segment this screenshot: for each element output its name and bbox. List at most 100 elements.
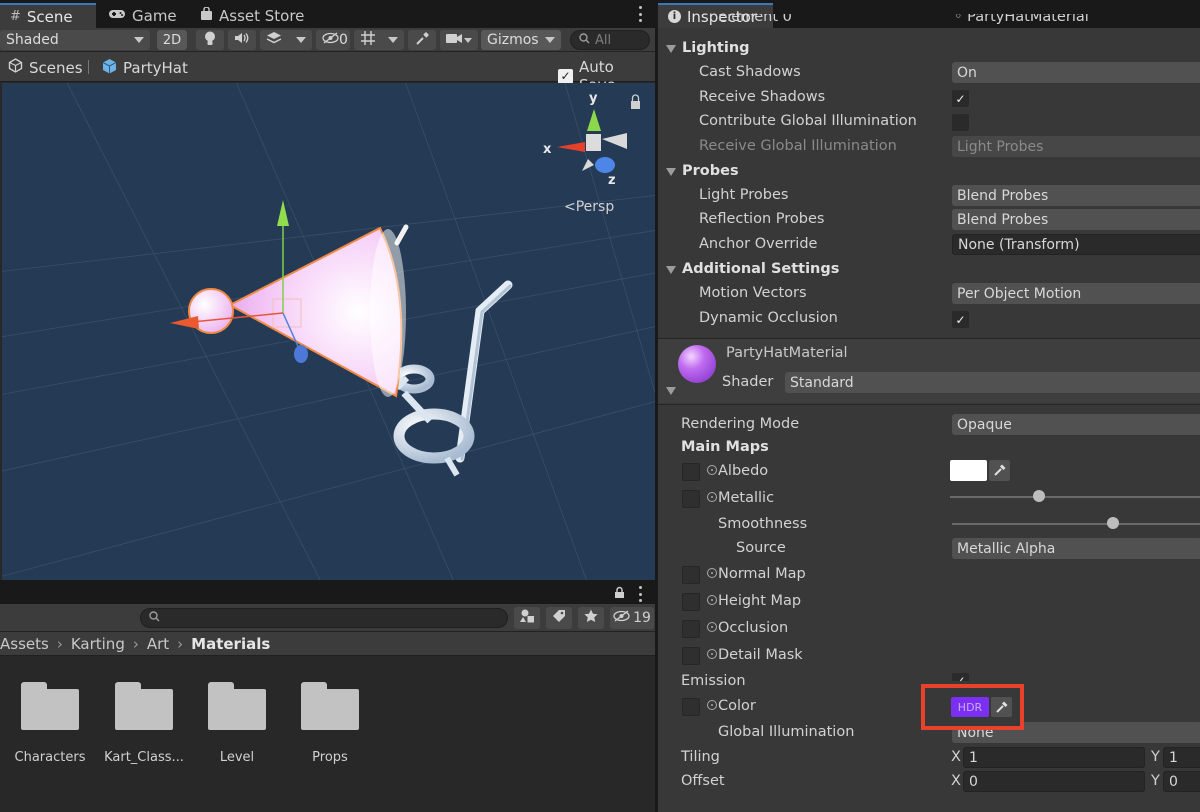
cast-shadows-dropdown[interactable]: On (952, 62, 1200, 83)
shopping-bag-icon (200, 5, 213, 25)
albedo-color-swatch[interactable] (950, 460, 987, 481)
folder-kart-classic[interactable]: Kart_Class... (99, 682, 189, 765)
albedo-texture-slot[interactable] (682, 463, 700, 481)
normal-map-texture-slot[interactable] (682, 566, 700, 584)
eyedropper-icon[interactable] (989, 460, 1010, 481)
motion-vectors-dropdown[interactable]: Per Object Motion (952, 283, 1200, 304)
offset-y-value: 0 (1169, 773, 1178, 790)
scene-search-input[interactable]: All (570, 30, 650, 50)
lock-icon[interactable] (614, 586, 625, 603)
metallic-texture-slot[interactable] (682, 490, 700, 508)
breadcrumb-scenes[interactable]: Scenes (8, 58, 83, 77)
offset-y-input[interactable]: 0 (1163, 771, 1200, 792)
texture-picker-icon[interactable] (707, 465, 717, 475)
inspector-panel: i Inspector Element 0 ◦ PartyHatMaterial… (658, 0, 1200, 812)
contribute-gi-checkbox[interactable] (952, 114, 969, 131)
shapes-icon (519, 609, 535, 627)
camera-settings-dropdown[interactable] (440, 30, 478, 50)
lighting-toggle-button[interactable] (196, 30, 224, 50)
height-map-texture-slot[interactable] (682, 593, 700, 611)
breadcrumb-partyhat-label: PartyHat (123, 59, 188, 77)
project-search-input[interactable] (140, 608, 508, 628)
breadcrumb-partyhat[interactable]: PartyHat (102, 58, 188, 78)
albedo-label: Albedo (718, 463, 769, 479)
emission-gi-label: Global Illumination (718, 724, 855, 740)
element-value[interactable]: ◦ PartyHatMaterial (954, 14, 1089, 25)
lock-icon[interactable] (631, 94, 640, 109)
wrench-icon (415, 31, 430, 50)
emission-checkbox[interactable]: ✓ (952, 673, 969, 681)
audio-toggle-button[interactable] (228, 30, 256, 50)
materials-element-row: Element 0 ◦ PartyHatMaterial (658, 14, 1200, 28)
tiling-x-input[interactable]: 1 (963, 747, 1145, 768)
tab-asset-store[interactable]: Asset Store (190, 3, 314, 28)
project-menu-icon[interactable] (639, 586, 643, 602)
shading-mode-dropdown[interactable]: Shaded (0, 30, 150, 50)
favorites-button[interactable] (578, 607, 604, 629)
emission-color-swatch[interactable]: HDR (951, 697, 989, 717)
texture-picker-icon[interactable] (707, 595, 717, 605)
metallic-slider-knob[interactable] (1032, 490, 1045, 502)
emission-texture-slot[interactable] (682, 698, 700, 716)
detail-mask-texture-slot[interactable] (682, 647, 700, 665)
folder-level[interactable]: Level (192, 682, 282, 765)
smoothness-slider-knob[interactable] (1107, 517, 1120, 529)
hidden-objects-toggle[interactable]: 0 (316, 30, 350, 50)
folder-icon (301, 682, 359, 730)
dynamic-occlusion-checkbox[interactable]: ✓ (952, 311, 969, 328)
filter-by-type-button[interactable] (514, 607, 540, 629)
tab-game[interactable]: Game (98, 3, 187, 28)
texture-picker-icon[interactable] (707, 622, 717, 632)
occlusion-texture-slot[interactable] (682, 620, 700, 638)
reflection-probes-dropdown[interactable]: Blend Probes (952, 209, 1200, 230)
smoothness-slider-track[interactable] (952, 523, 1200, 525)
rendering-mode-row: Rendering Mode Opaque (658, 413, 1200, 437)
rendering-mode-dropdown[interactable]: Opaque (952, 414, 1200, 435)
gizmos-dropdown[interactable]: Gizmos (481, 30, 561, 50)
effects-dropdown[interactable] (260, 30, 312, 50)
texture-picker-icon[interactable] (707, 700, 717, 710)
tiling-y-input[interactable]: 1 (1163, 747, 1200, 768)
foldout-arrow-icon[interactable] (666, 387, 676, 395)
light-probes-dropdown[interactable]: Blend Probes (952, 185, 1200, 206)
party-hat-object (188, 226, 406, 398)
tab-scene[interactable]: # Scene (0, 3, 96, 28)
crumb-art[interactable]: Art (147, 635, 169, 653)
metallic-slider-track[interactable] (950, 496, 1200, 498)
receive-shadows-checkbox[interactable]: ✓ (952, 90, 969, 107)
offset-x-value: 0 (969, 773, 978, 790)
scene-search-placeholder: All (595, 32, 612, 48)
chevron-down-icon (545, 37, 555, 43)
anchor-override-field[interactable]: None (Transform) (952, 234, 1200, 255)
texture-picker-icon[interactable] (707, 492, 717, 502)
eyedropper-icon[interactable] (991, 697, 1012, 717)
tab-scene-label: Scene (26, 7, 73, 26)
hidden-packages-toggle[interactable]: 19 (610, 607, 654, 629)
folder-characters[interactable]: Characters (5, 682, 95, 765)
filter-by-label-button[interactable] (546, 607, 572, 629)
emission-color-label: Color (718, 698, 756, 714)
shader-dropdown[interactable]: Standard (785, 372, 1200, 393)
additional-settings-header[interactable]: Additional Settings (658, 258, 1200, 282)
scene-menu-icon[interactable] (639, 6, 643, 22)
chevron-right-icon: › (56, 634, 63, 653)
toggle-2d-button[interactable]: 2D (157, 30, 187, 50)
toggle-2d-label: 2D (162, 32, 182, 48)
texture-picker-icon[interactable] (707, 568, 717, 578)
source-dropdown[interactable]: Metallic Alpha (952, 538, 1200, 559)
dynamic-occlusion-row: Dynamic Occlusion ✓ (658, 307, 1200, 331)
lighting-header[interactable]: Lighting (658, 37, 1200, 61)
cast-shadows-row: Cast Shadows On (658, 61, 1200, 85)
offset-x-input[interactable]: 0 (963, 771, 1145, 792)
grid-snap-dropdown[interactable] (354, 30, 404, 50)
projection-label[interactable]: <Persp (564, 199, 614, 215)
texture-picker-icon[interactable] (707, 649, 717, 659)
crumb-assets[interactable]: Assets (0, 635, 49, 653)
scene-viewport[interactable]: y x z <Persp (2, 83, 655, 580)
crumb-karting[interactable]: Karting (71, 635, 125, 653)
probes-header[interactable]: Probes (658, 160, 1200, 184)
crumb-materials[interactable]: Materials (191, 635, 270, 653)
folder-props[interactable]: Props (285, 682, 375, 765)
tools-button[interactable] (408, 30, 436, 50)
auto-save-checkbox[interactable]: ✓ (558, 68, 573, 84)
